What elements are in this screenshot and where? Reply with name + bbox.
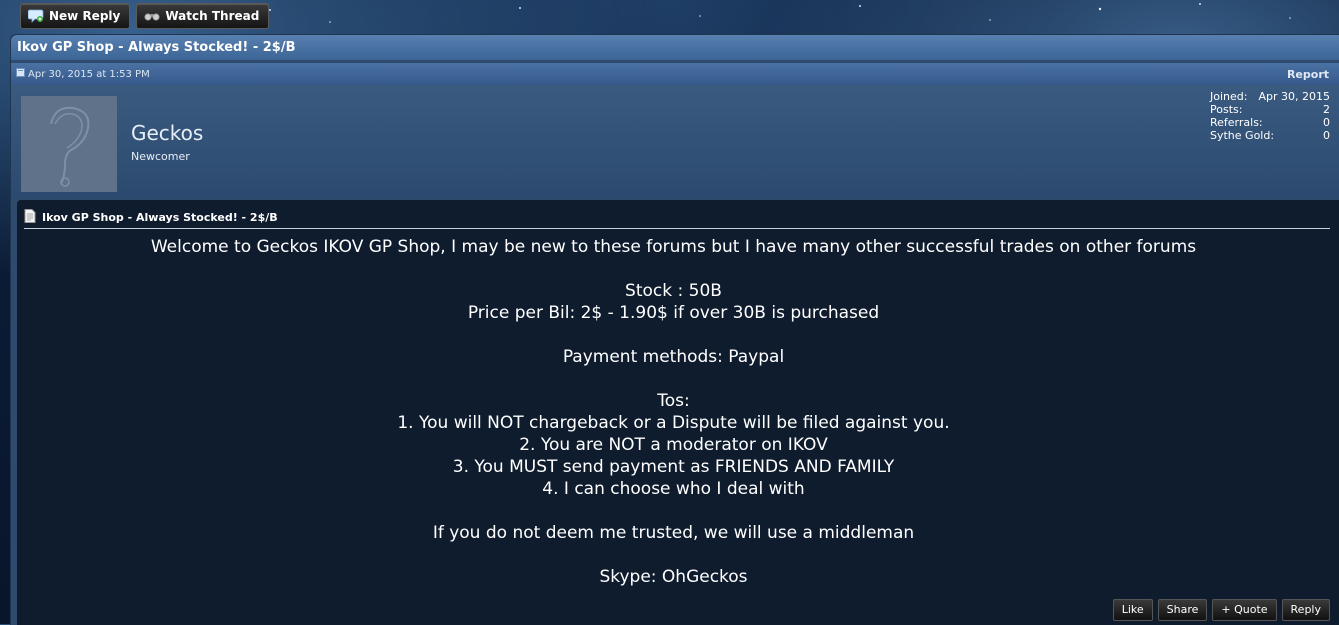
message-line xyxy=(17,368,1330,390)
message-line xyxy=(17,324,1330,346)
stat-value: Apr 30, 2015 xyxy=(1258,90,1330,103)
message-line xyxy=(17,500,1330,522)
username[interactable]: Geckos xyxy=(131,121,203,145)
stat-sythe-gold: Sythe Gold: 0 xyxy=(1210,129,1330,142)
stat-label: Sythe Gold: xyxy=(1210,129,1275,142)
message-line: Tos: xyxy=(657,391,690,411)
share-button[interactable]: Share xyxy=(1157,599,1208,621)
message-line: Skype: OhGeckos xyxy=(599,567,748,587)
avatar[interactable] xyxy=(21,96,117,192)
document-icon xyxy=(24,208,36,226)
message-line: Welcome to Geckos IKOV GP Shop, I may be… xyxy=(150,237,1197,257)
message-line: 1. You will NOT chargeback or a Dispute … xyxy=(397,413,950,433)
stat-value: 2 xyxy=(1323,103,1330,116)
watch-thread-label: Watch Thread xyxy=(165,9,260,23)
default-avatar-icon xyxy=(21,96,117,192)
message-line: 4. I can choose who I deal with xyxy=(542,479,805,499)
user-info-panel: Geckos Newcomer Joined: Apr 30, 2015 Pos… xyxy=(11,85,1339,198)
user-title: Newcomer xyxy=(131,150,190,163)
speech-bubble-icon xyxy=(28,9,44,23)
post-icon xyxy=(16,68,25,80)
post-title-row: Ikov GP Shop - Always Stocked! - 2$/B xyxy=(24,206,1330,229)
message-line: Price per Bil: 2$ - 1.90$ if over 30B is… xyxy=(467,303,880,323)
watch-thread-button[interactable]: Watch Thread xyxy=(136,3,270,29)
stat-label: Posts: xyxy=(1210,103,1243,116)
report-link[interactable]: Report xyxy=(1287,68,1329,81)
stat-value: 0 xyxy=(1323,129,1330,142)
message-line: 2. You are NOT a moderator on IKOV xyxy=(519,435,828,455)
post-date: Apr 30, 2015 at 1:53 PM xyxy=(28,68,150,80)
new-reply-label: New Reply xyxy=(49,9,121,23)
post-actions: Like Share + Quote Reply xyxy=(1112,599,1330,621)
thread-toolbar: New Reply Watch Thread xyxy=(20,3,270,29)
stat-label: Referrals: xyxy=(1210,116,1263,129)
message-line: Stock : 50B xyxy=(625,281,722,301)
message-line: If you do not deem me trusted, we will u… xyxy=(432,523,915,543)
message-line xyxy=(17,544,1330,566)
post-date-bar: Apr 30, 2015 at 1:53 PM Report xyxy=(11,63,1339,85)
user-stats: Joined: Apr 30, 2015 Posts: 2 Referrals:… xyxy=(1210,90,1330,142)
new-reply-button[interactable]: New Reply xyxy=(20,3,131,29)
post-message: Welcome to Geckos IKOV GP Shop, I may be… xyxy=(17,236,1330,588)
message-line: 3. You MUST send payment as FRIENDS AND … xyxy=(452,457,895,477)
stat-value: 0 xyxy=(1323,116,1330,129)
post-container: Ikov GP Shop - Always Stocked! - 2$/B Ap… xyxy=(10,34,1339,625)
stat-referrals: Referrals: 0 xyxy=(1210,116,1330,129)
message-line xyxy=(17,258,1330,280)
post-content: Ikov GP Shop - Always Stocked! - 2$/B We… xyxy=(17,200,1339,625)
quote-button[interactable]: + Quote xyxy=(1212,599,1277,621)
stat-label: Joined: xyxy=(1210,90,1248,103)
like-button[interactable]: Like xyxy=(1112,599,1153,621)
stat-posts: Posts: 2 xyxy=(1210,103,1330,116)
binoculars-icon xyxy=(144,10,160,22)
thread-title: Ikov GP Shop - Always Stocked! - 2$/B xyxy=(11,35,1339,60)
message-line: Payment methods: Paypal xyxy=(562,347,785,367)
post-title: Ikov GP Shop - Always Stocked! - 2$/B xyxy=(42,210,278,224)
stat-joined: Joined: Apr 30, 2015 xyxy=(1210,90,1330,103)
reply-button[interactable]: Reply xyxy=(1281,599,1330,621)
